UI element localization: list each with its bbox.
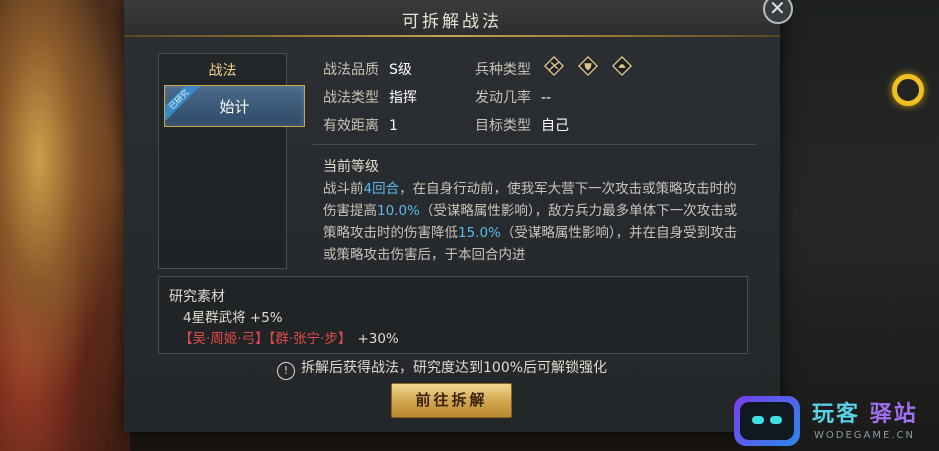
dialog-title: 可拆解战法 (402, 12, 502, 32)
trigger-rate-label: 发动几率 (475, 90, 531, 106)
watermark-title: 玩客 驿站 (812, 402, 918, 427)
unit-type-label: 兵种类型 (475, 62, 531, 78)
quality-row: 战法品质 S级 (323, 59, 412, 79)
watermark: 玩客 驿站 WODEGAME.CN (734, 394, 939, 451)
notice-text: 拆解后获得战法，研究度达到100%后可解锁强化 (301, 360, 608, 376)
research-materials-panel: 研究素材 4星群武将 +5% 【吴·周姬·弓】【群·张宁·步】 +30% (158, 276, 748, 354)
background-scene-left (0, 0, 130, 451)
target-type-label: 目标类型 (475, 118, 531, 134)
shield-icon (577, 55, 599, 77)
materials-line-specific: 【吴·周姬·弓】【群·张宁·步】 +30% (179, 327, 399, 347)
quality-value: S级 (389, 62, 412, 78)
trigger-rate-value: -- (541, 90, 552, 106)
section-divider (313, 144, 756, 145)
tactic-list-item-label: 始计 (219, 98, 250, 116)
current-level-title: 当前等级 (323, 159, 379, 175)
watermark-subtitle: WODEGAME.CN (814, 430, 915, 441)
dialog-header: 可拆解战法 (124, 0, 780, 37)
range-row: 有效距离 1 (323, 115, 398, 135)
materials-title: 研究素材 (169, 289, 225, 305)
cavalry-icon (543, 55, 565, 77)
range-label: 有效距离 (323, 118, 379, 134)
dismantle-notice: ! 拆解后获得战法，研究度达到100%后可解锁强化 (277, 357, 607, 380)
unit-type-row: 兵种类型 (475, 59, 531, 79)
material-bonus: +30% (357, 331, 399, 347)
tactic-list-header: 战法 (208, 63, 237, 79)
trigger-rate-row: 发动几率 -- (475, 87, 551, 107)
archer-icon (611, 55, 633, 77)
type-row: 战法类型 指挥 (323, 87, 417, 107)
range-value: 1 (389, 118, 398, 134)
material-general-1: 【吴·周姬·弓】 (179, 331, 269, 347)
target-type-row: 目标类型 自己 (475, 115, 569, 135)
close-icon: ✕ (769, 0, 786, 20)
tactic-list-item[interactable]: 已研究 始计 (164, 85, 305, 127)
type-label: 战法类型 (323, 90, 379, 106)
material-general-2: 【群·张宁·步】 (268, 331, 352, 347)
watermark-logo-icon (734, 396, 800, 446)
type-value: 指挥 (389, 90, 417, 106)
tactic-description: 战斗前4回合，在自身行动前，使我军大营下一次攻击或策略攻击时的伤害提高10.0%… (323, 181, 738, 263)
ring-icon (892, 74, 924, 106)
close-button[interactable]: ✕ (761, 0, 793, 24)
target-type-value: 自己 (541, 118, 569, 134)
quality-label: 战法品质 (323, 62, 379, 78)
exclamation-icon: ! (277, 362, 295, 380)
go-dismantle-button[interactable]: 前往拆解 (391, 383, 512, 418)
background-scene-right (780, 0, 939, 451)
materials-line-generic: 4星群武将 +5% (183, 310, 283, 326)
